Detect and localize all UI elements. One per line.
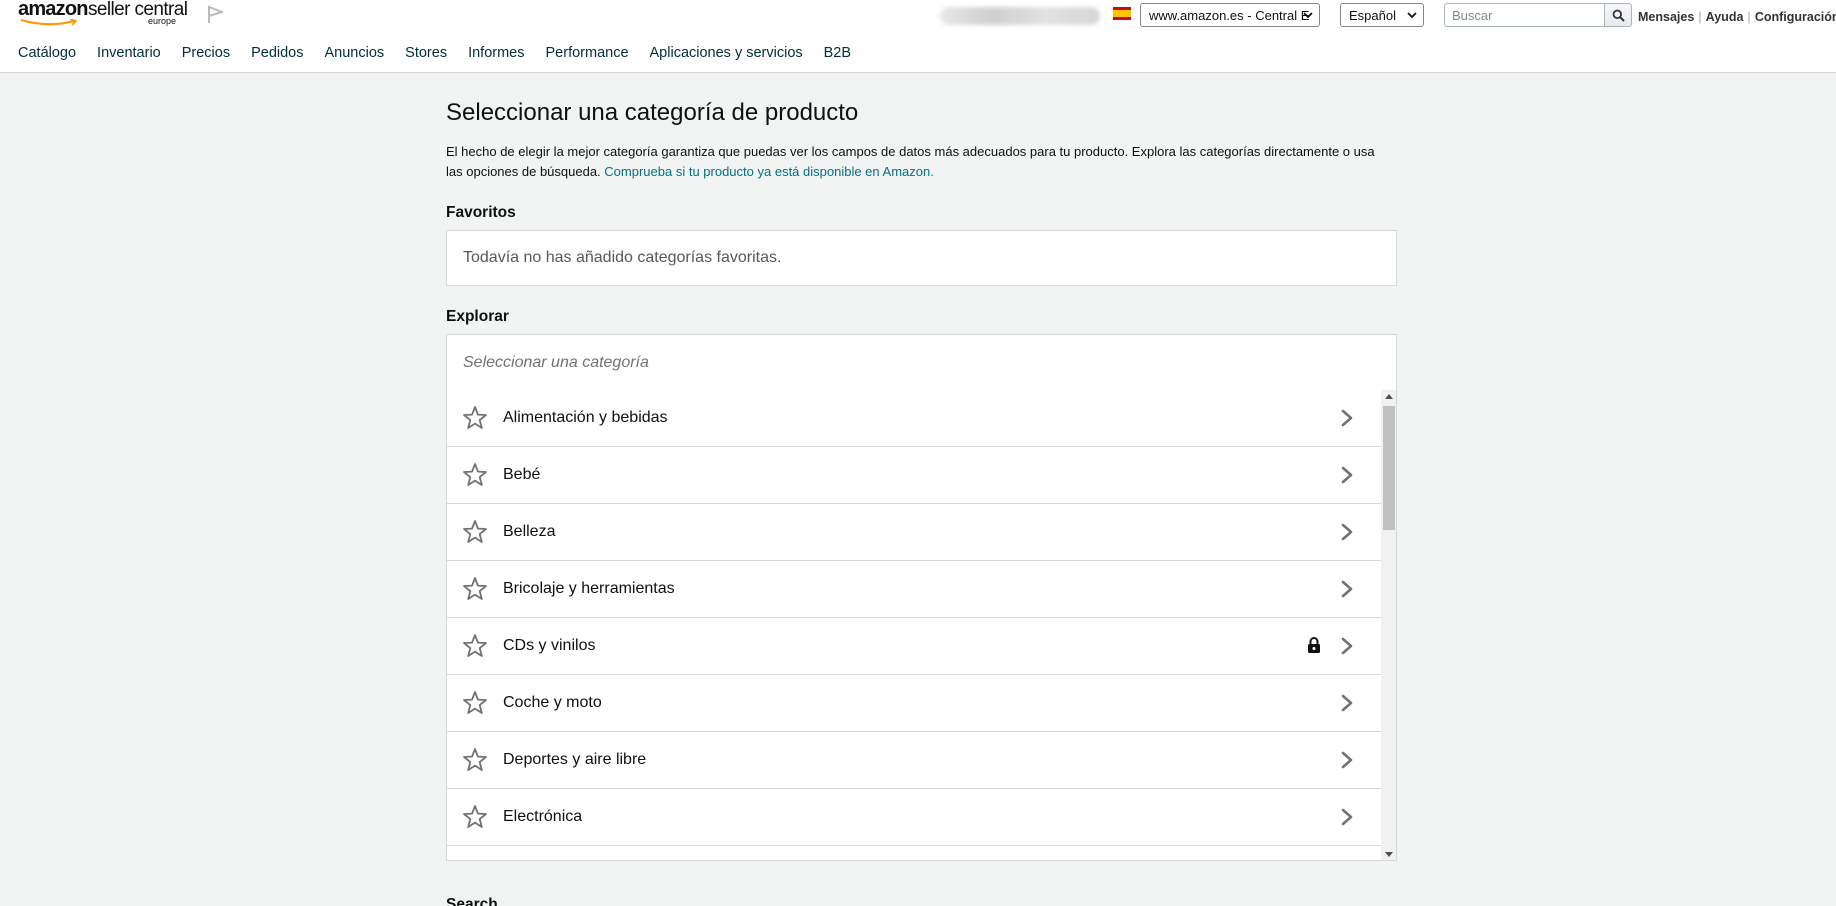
header-search-input[interactable] bbox=[1444, 3, 1604, 27]
nav-item-stores[interactable]: Stores bbox=[405, 45, 447, 65]
account-name-blurred[interactable] bbox=[940, 7, 1100, 25]
search-heading: Search bbox=[446, 896, 498, 906]
chevron-right-icon[interactable] bbox=[1339, 693, 1355, 713]
star-outline-icon[interactable] bbox=[462, 747, 488, 773]
explore-heading: Explorar bbox=[446, 308, 509, 325]
chevron-right-icon[interactable] bbox=[1339, 579, 1355, 599]
nav-item-orders[interactable]: Pedidos bbox=[251, 45, 303, 65]
logo-region-text: europe bbox=[148, 16, 177, 26]
nav-item-catalog[interactable]: Catálogo bbox=[18, 45, 76, 65]
scroll-down-arrow[interactable] bbox=[1385, 852, 1393, 857]
scroll-up-arrow[interactable] bbox=[1385, 394, 1393, 399]
category-list: Alimentación y bebidas Bebé Belleza Bricola… bbox=[446, 390, 1397, 861]
nav-item-performance[interactable]: Performance bbox=[546, 45, 629, 65]
chevron-right-icon[interactable] bbox=[1339, 807, 1355, 827]
star-outline-icon[interactable] bbox=[462, 576, 488, 602]
nav-item-b2b[interactable]: B2B bbox=[824, 45, 851, 65]
link-separator: | bbox=[1698, 9, 1702, 24]
favorites-heading: Favoritos bbox=[446, 204, 516, 221]
category-label: Coche y moto bbox=[503, 694, 602, 711]
category-label: Belleza bbox=[503, 523, 556, 540]
link-separator: | bbox=[1747, 9, 1751, 24]
logo-amazon-text: amazon bbox=[18, 0, 88, 20]
star-outline-icon[interactable] bbox=[462, 405, 488, 431]
nav-item-apps-services[interactable]: Aplicaciones y servicios bbox=[650, 45, 803, 65]
favorites-empty-box: Todavía no has añadido categorías favori… bbox=[446, 230, 1397, 286]
chevron-right-icon[interactable] bbox=[1339, 465, 1355, 485]
category-row[interactable]: Bricolaje y herramientas bbox=[447, 561, 1381, 618]
nav-item-advertising[interactable]: Anuncios bbox=[325, 45, 385, 65]
search-icon bbox=[1612, 9, 1625, 22]
header-search-button[interactable] bbox=[1604, 3, 1632, 27]
category-row[interactable]: Belleza bbox=[447, 504, 1381, 561]
top-header: amazon seller central europe www.amazon.… bbox=[0, 0, 1836, 73]
language-select[interactable]: Español bbox=[1340, 3, 1424, 27]
star-outline-icon[interactable] bbox=[462, 633, 488, 659]
chevron-right-icon[interactable] bbox=[1339, 522, 1355, 542]
category-label: Electrónica bbox=[503, 808, 583, 825]
category-label: Deportes y aire libre bbox=[503, 751, 647, 768]
category-label: CDs y vinilos bbox=[503, 637, 596, 654]
category-list-scrollbar[interactable] bbox=[1381, 390, 1396, 860]
seller-central-logo[interactable]: amazon seller central europe bbox=[18, 0, 188, 30]
chevron-down-icon bbox=[1303, 12, 1313, 19]
star-outline-icon[interactable] bbox=[462, 462, 488, 488]
category-row[interactable]: Coche y moto bbox=[447, 675, 1381, 732]
settings-link[interactable]: Configuración bbox=[1755, 10, 1836, 24]
category-rows: Alimentación y bebidas Bebé Belleza Bricola… bbox=[447, 390, 1381, 860]
lock-icon bbox=[1308, 637, 1320, 653]
category-row[interactable]: Alimentación y bebidas bbox=[447, 390, 1381, 447]
check-product-link[interactable]: Comprueba si tu producto ya está disponi… bbox=[604, 164, 934, 179]
nav-item-inventory[interactable]: Inventario bbox=[97, 45, 161, 65]
spain-flag-icon bbox=[1113, 7, 1131, 20]
star-outline-icon[interactable] bbox=[462, 690, 488, 716]
chevron-right-icon[interactable] bbox=[1339, 408, 1355, 428]
chevron-right-icon[interactable] bbox=[1339, 636, 1355, 656]
marketplace-select[interactable]: www.amazon.es - Central E bbox=[1140, 3, 1320, 27]
scroll-thumb[interactable] bbox=[1383, 406, 1395, 530]
amazon-smile-icon bbox=[20, 19, 78, 26]
star-outline-icon[interactable] bbox=[462, 804, 488, 830]
chevron-down-icon bbox=[1407, 12, 1417, 19]
page-title: Seleccionar una categoría de producto bbox=[446, 99, 859, 126]
category-label: Bricolaje y herramientas bbox=[503, 580, 675, 597]
category-label: Bebé bbox=[503, 466, 541, 483]
chevron-right-icon[interactable] bbox=[1339, 750, 1355, 770]
messages-link[interactable]: Mensajes bbox=[1638, 10, 1694, 24]
category-row[interactable]: CDs y vinilos bbox=[447, 618, 1381, 675]
header-links: Mensajes | Ayuda | Configuración bbox=[1638, 9, 1836, 24]
category-row[interactable]: Bebé bbox=[447, 447, 1381, 504]
language-value: Español bbox=[1349, 8, 1396, 23]
main-navigation: Catálogo Inventario Precios Pedidos Anun… bbox=[18, 45, 872, 65]
category-row[interactable]: Hogar y cocina bbox=[447, 846, 1381, 860]
marketplace-value: www.amazon.es - Central E bbox=[1149, 8, 1310, 23]
flag-icon[interactable] bbox=[206, 4, 226, 24]
star-outline-icon[interactable] bbox=[462, 519, 488, 545]
help-link[interactable]: Ayuda bbox=[1706, 10, 1744, 24]
category-row[interactable]: Deportes y aire libre bbox=[447, 732, 1381, 789]
nav-item-pricing[interactable]: Precios bbox=[182, 45, 230, 65]
intro-paragraph: El hecho de elegir la mejor categoría ga… bbox=[446, 142, 1386, 182]
category-label: Alimentación y bebidas bbox=[503, 409, 668, 426]
nav-item-reports[interactable]: Informes bbox=[468, 45, 524, 65]
category-search-input[interactable] bbox=[446, 334, 1397, 391]
category-row[interactable]: Electrónica bbox=[447, 789, 1381, 846]
